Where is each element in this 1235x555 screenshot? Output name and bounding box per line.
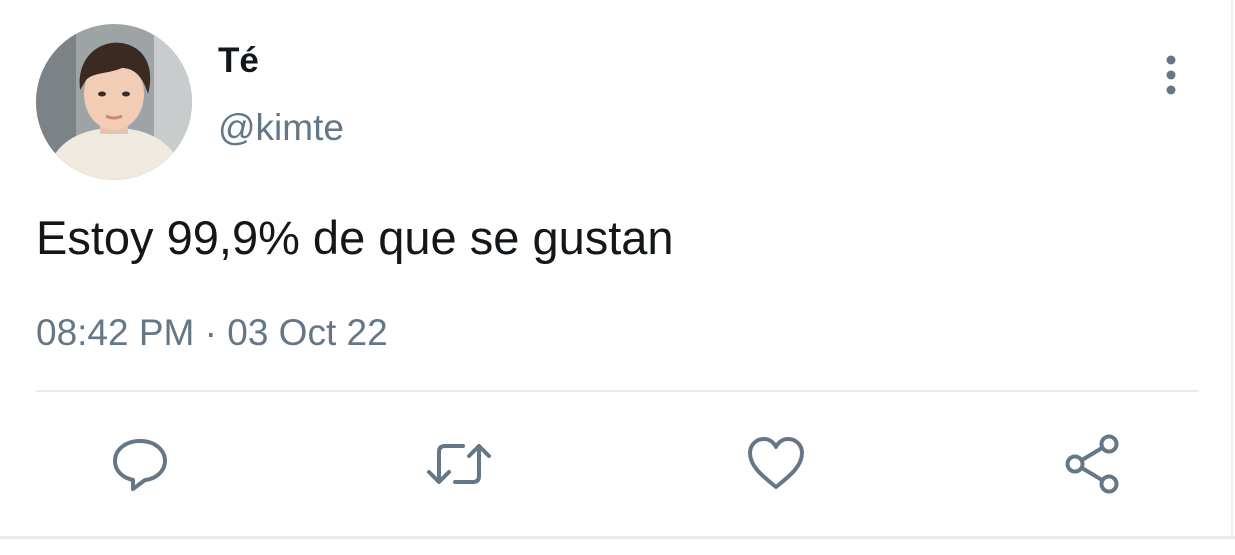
retweet-icon xyxy=(427,444,491,484)
share-button[interactable] xyxy=(1062,432,1126,496)
user-handle[interactable]: @kimte xyxy=(218,106,344,150)
avatar[interactable] xyxy=(36,24,192,180)
card-right-border xyxy=(1231,0,1233,539)
display-name[interactable]: Té xyxy=(218,40,259,82)
share-icon xyxy=(1065,434,1119,494)
more-vertical-icon xyxy=(1166,55,1176,95)
reply-button[interactable] xyxy=(108,432,172,496)
retweet-button[interactable] xyxy=(427,432,491,496)
divider xyxy=(36,390,1199,392)
reply-icon xyxy=(113,439,167,491)
tweet-timestamp[interactable]: 08:42 PM · 03 Oct 22 xyxy=(36,311,388,355)
tweet-card: Té @kimte Estoy 99,9% de que se gustan 0… xyxy=(0,0,1235,555)
more-options-button[interactable] xyxy=(1150,52,1192,98)
tweet-text: Estoy 99,9% de que se gustan xyxy=(36,211,674,264)
heart-icon xyxy=(748,437,804,489)
like-button[interactable] xyxy=(744,432,808,496)
card-bottom-border xyxy=(0,536,1235,539)
